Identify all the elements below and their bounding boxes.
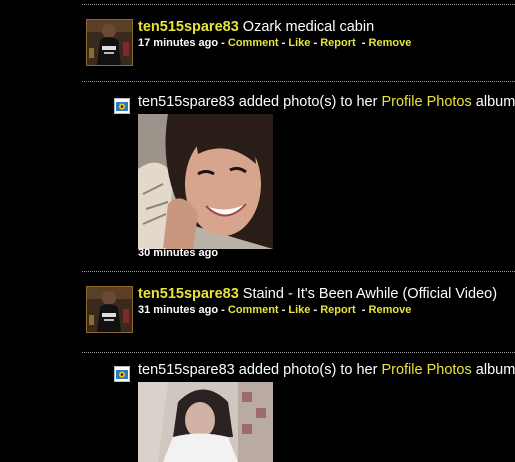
feed-divider: [82, 271, 515, 272]
like-link[interactable]: Like: [288, 37, 310, 49]
photo-thumbnail[interactable]: [138, 382, 273, 462]
album-link[interactable]: Profile Photos: [381, 362, 471, 378]
avatar[interactable]: [86, 286, 133, 333]
photo-username[interactable]: ten515spare83: [138, 94, 235, 110]
photo-action-text: added photo(s) to her: [238, 94, 378, 110]
feed-divider: [82, 352, 515, 353]
status-text: Staind - It's Been Awhile (Official Vide…: [242, 286, 498, 302]
photo-action-suffix: album:: [475, 362, 515, 378]
photo-time: 30 minutes ago: [138, 247, 219, 259]
photo-action-suffix: album:: [475, 94, 515, 110]
remove-link[interactable]: Remove: [369, 37, 412, 49]
feed-divider: [82, 4, 515, 5]
like-link[interactable]: Like: [288, 304, 310, 316]
username-link[interactable]: ten515spare83: [138, 286, 239, 302]
report-link[interactable]: Report: [320, 304, 355, 316]
comment-link[interactable]: Comment: [228, 304, 279, 316]
avatar[interactable]: [86, 19, 133, 66]
status-time: 31 minutes ago: [138, 304, 219, 316]
photo-action-text: added photo(s) to her: [238, 362, 378, 378]
camera-icon: [114, 98, 130, 114]
report-link[interactable]: Report: [320, 37, 355, 49]
photo-username[interactable]: ten515spare83: [138, 362, 235, 378]
camera-icon: [114, 366, 130, 382]
photo-thumbnail[interactable]: [138, 114, 273, 249]
album-link[interactable]: Profile Photos: [381, 94, 471, 110]
status-time: 17 minutes ago: [138, 37, 219, 49]
username-link[interactable]: ten515spare83: [138, 19, 239, 35]
comment-link[interactable]: Comment: [228, 37, 279, 49]
remove-link[interactable]: Remove: [369, 304, 412, 316]
status-text: Ozark medical cabin: [242, 19, 375, 35]
feed-divider: [82, 81, 515, 82]
